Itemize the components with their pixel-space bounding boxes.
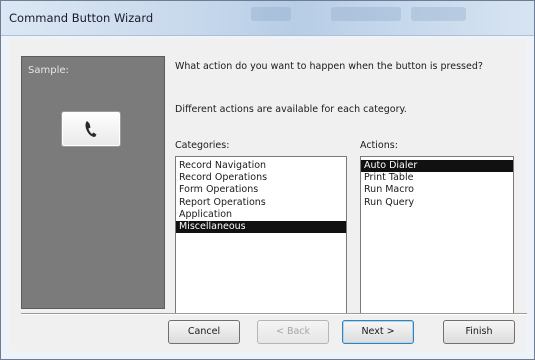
finish-button[interactable]: Finish [443,320,515,344]
window-title: Command Button Wizard [9,11,154,25]
cancel-button[interactable]: Cancel [168,320,240,344]
category-item[interactable]: Report Operations [176,197,346,209]
action-item[interactable]: Run Query [361,197,513,209]
title-bar-blur [331,7,401,21]
category-item[interactable]: Record Navigation [176,160,346,172]
sample-label: Sample: [28,65,69,76]
action-item[interactable]: Run Macro [361,184,513,196]
category-item[interactable]: Form Operations [176,184,346,196]
category-item-selected[interactable]: Miscellaneous [176,221,346,234]
actions-label: Actions: [360,140,398,151]
categories-listbox[interactable]: Record Navigation Record Operations Form… [175,156,347,314]
title-bar-blur [411,7,466,21]
actions-listbox[interactable]: Auto Dialer Print Table Run Macro Run Qu… [360,156,514,314]
sample-button [61,111,121,147]
category-item[interactable]: Application [176,209,346,221]
next-button[interactable]: Next > [342,320,414,344]
back-button[interactable]: < Back [257,320,329,344]
wizard-hint: Different actions are available for each… [175,104,407,115]
action-item-selected[interactable]: Auto Dialer [361,160,513,173]
wizard-question: What action do you want to happen when t… [175,61,483,72]
category-item[interactable]: Record Operations [176,172,346,184]
title-bar[interactable]: Command Button Wizard [1,1,534,36]
command-button-wizard-dialog: Command Button Wizard Sample: What actio… [0,0,535,360]
sample-panel: Sample: [21,56,165,309]
title-bar-blur [251,7,291,21]
wizard-body: Sample: What action do you want to happe… [9,39,527,351]
action-item[interactable]: Print Table [361,172,513,184]
categories-label: Categories: [175,140,230,151]
phone-icon [85,121,97,137]
button-divider [21,313,527,315]
